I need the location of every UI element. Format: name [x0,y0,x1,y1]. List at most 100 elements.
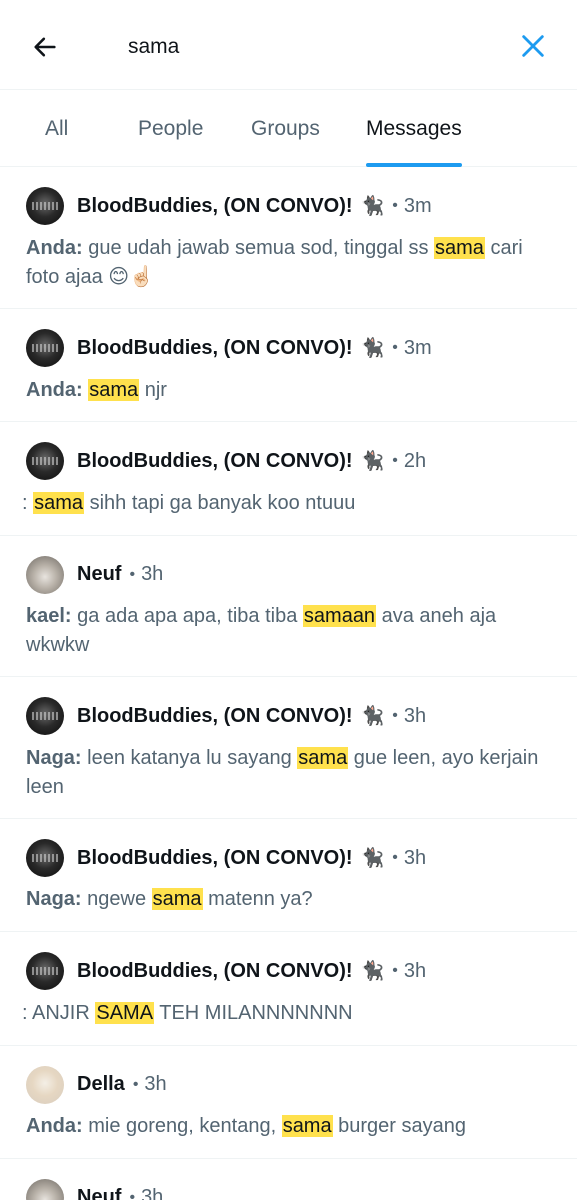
cat-emoji: 🐈‍⬛ [360,338,385,359]
separator-dot: • [129,565,136,583]
conversation-name: Neuf [77,563,122,585]
cat-emoji: 🐈‍⬛ [360,848,385,869]
conversation-header: BloodBuddies, (ON CONVO)! 🐈‍⬛ • 3h [77,846,426,870]
avatar [26,329,64,367]
timestamp: 3h [141,1186,164,1200]
timestamp: 3h [403,846,427,869]
list-item[interactable]: BloodBuddies, (ON CONVO)! 🐈‍⬛ • 3h Naga:… [0,677,577,819]
preview-text-before: : [22,492,34,514]
message-preview: Naga: ngewe sama matenn ya? [26,885,546,914]
cat-emoji: 🐈‍⬛ [360,706,385,727]
message-preview: : sama sihh tapi ga banyak koo ntuuu [22,489,542,518]
sender-name: Anda: [26,237,83,259]
avatar [26,1179,64,1200]
conversation-name: BloodBuddies, (ON CONVO)! [77,449,353,472]
sender-name: Anda: [26,1115,83,1137]
timestamp: 3m [403,336,432,359]
preview-text-after: matenn ya? [202,888,313,910]
timestamp: 3h [403,704,427,727]
conversation-name: BloodBuddies, (ON CONVO)! [77,194,353,217]
preview-text-after: burger sayang [332,1115,467,1137]
message-preview: kael: ga ada apa apa, tiba tiba samaan a… [26,602,546,660]
conversation-name: BloodBuddies, (ON CONVO)! [77,959,353,982]
conversation-header: BloodBuddies, (ON CONVO)! 🐈‍⬛ • 3h [77,959,426,983]
conversation-header: BloodBuddies, (ON CONVO)! 🐈‍⬛ • 3h [77,704,426,728]
timestamp: 2h [403,449,427,472]
list-item[interactable]: BloodBuddies, (ON CONVO)! 🐈‍⬛ • 3h Naga:… [0,819,577,932]
conversation-header: BloodBuddies, (ON CONVO)! 🐈‍⬛ • 2h [77,449,426,473]
conversation-header: Neuf • 3h [77,563,163,586]
search-match-highlight: samaan [302,605,377,627]
conversation-name: BloodBuddies, (ON CONVO)! [77,846,353,869]
conversation-name: BloodBuddies, (ON CONVO)! [77,704,353,727]
clear-search-button[interactable] [513,26,553,66]
search-match-highlight: sama [88,379,140,401]
separator-dot: • [392,339,398,356]
separator-dot: • [392,962,398,979]
search-match-highlight: sama [281,1115,333,1137]
sender-name: kael: [26,605,72,627]
avatar [26,839,64,877]
search-match-highlight: SAMA [95,1002,155,1024]
search-tabs: All People Groups Messages [0,90,577,167]
list-item[interactable]: BloodBuddies, (ON CONVO)! 🐈‍⬛ • 3m Anda:… [0,309,577,422]
list-item[interactable]: Neuf • 3h kael: ga ada apa apa, tiba tib… [0,536,577,677]
sender-name: Anda: [26,379,83,401]
message-preview: Anda: sama njr [26,376,546,405]
preview-text-before: : ANJIR [22,1002,96,1024]
separator-dot: • [129,1188,136,1200]
cat-emoji: 🐈‍⬛ [360,451,385,472]
message-preview: Naga: leen katanya lu sayang sama gue le… [26,744,546,802]
list-item[interactable]: Della • 3h Anda: mie goreng, kentang, sa… [0,1046,577,1159]
list-item[interactable]: Neuf • 3h [0,1159,577,1200]
timestamp: 3m [403,194,432,217]
message-preview: Anda: mie goreng, kentang, sama burger s… [26,1112,546,1141]
message-results-list: BloodBuddies, (ON CONVO)! 🐈‍⬛ • 3m Anda:… [0,167,577,1200]
separator-dot: • [392,707,398,724]
tab-people[interactable]: People [138,90,203,167]
separator-dot: • [392,197,398,214]
avatar [26,556,64,594]
timestamp: 3h [141,563,164,585]
preview-text-after: njr [139,379,167,401]
avatar [26,952,64,990]
arrow-left-icon [34,37,56,57]
search-match-highlight: sama [151,888,203,910]
conversation-name: Neuf [77,1186,122,1200]
tab-messages[interactable]: Messages [366,90,462,167]
search-match-highlight: sama [33,492,85,514]
separator-dot: • [132,1075,139,1093]
preview-text-after: TEH MILANNNNNNN [154,1002,353,1024]
message-preview: Anda: gue udah jawab semua sod, tinggal … [26,234,546,292]
close-icon [522,35,544,57]
message-preview: : ANJIR SAMA TEH MILANNNNNNN [22,999,542,1028]
sender-name: Naga: [26,747,82,769]
conversation-header: BloodBuddies, (ON CONVO)! 🐈‍⬛ • 3m [77,336,432,360]
avatar [26,442,64,480]
search-header [0,0,577,90]
list-item[interactable]: BloodBuddies, (ON CONVO)! 🐈‍⬛ • 2h : sam… [0,422,577,536]
tab-all[interactable]: All [45,90,68,167]
avatar [26,697,64,735]
tab-groups[interactable]: Groups [251,90,320,167]
preview-text-before: ngewe [81,888,152,910]
avatar [26,1066,64,1104]
list-item[interactable]: BloodBuddies, (ON CONVO)! 🐈‍⬛ • 3h : ANJ… [0,932,577,1046]
conversation-header: Della • 3h [77,1073,167,1096]
tab-messages-label: Messages [366,116,462,140]
search-match-highlight: sama [434,237,485,259]
list-item[interactable]: BloodBuddies, (ON CONVO)! 🐈‍⬛ • 3m Anda:… [0,167,577,309]
conversation-header: BloodBuddies, (ON CONVO)! 🐈‍⬛ • 3m [77,194,432,218]
separator-dot: • [392,452,398,469]
timestamp: 3h [403,959,427,982]
preview-text-before: gue udah jawab semua sod, tinggal ss [82,237,435,259]
preview-text-before: leen katanya lu sayang [81,747,298,769]
conversation-header: Neuf • 3h [77,1186,163,1200]
sender-name: Naga: [26,888,82,910]
conversation-name: BloodBuddies, (ON CONVO)! [77,336,353,359]
preview-text-before: mie goreng, kentang, [82,1115,282,1137]
back-button[interactable] [26,28,64,66]
preview-text-before: ga ada apa apa, tiba tiba [71,605,303,627]
preview-text-after: sihh tapi ga banyak koo ntuuu [84,492,356,514]
search-input[interactable] [118,28,498,66]
